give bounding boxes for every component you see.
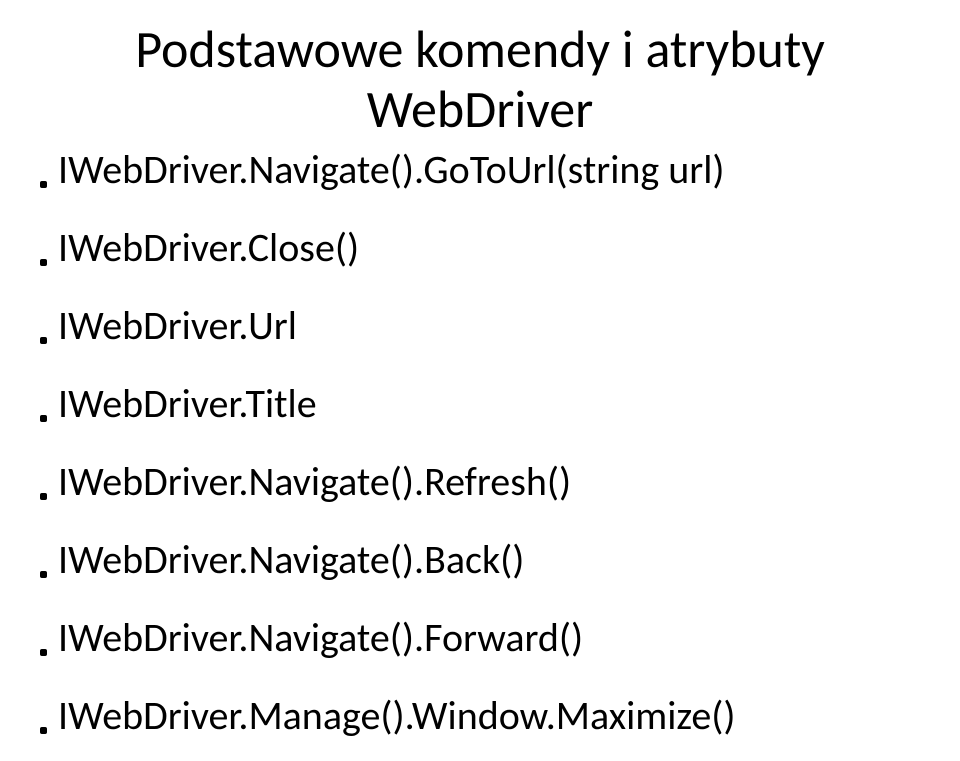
list-item: IWebDriver.Navigate().Refresh(): [40, 462, 920, 502]
slide: Podstawowe komendy i atrybuty WebDriver …: [0, 0, 960, 761]
list-item: IWebDriver.Manage().Window.Maximize(): [40, 696, 920, 736]
slide-title: Podstawowe komendy i atrybuty WebDriver: [40, 20, 920, 140]
list-item: IWebDriver.Navigate().GoToUrl(string url…: [40, 150, 920, 190]
title-line-1: Podstawowe komendy i atrybuty: [135, 17, 825, 81]
list-item: IWebDriver.Close(): [40, 228, 920, 268]
list-item: IWebDriver.Navigate().Forward(): [40, 618, 920, 658]
list-item: IWebDriver.Title: [40, 384, 920, 424]
bullet-list: IWebDriver.Navigate().GoToUrl(string url…: [40, 150, 920, 736]
title-line-2: WebDriver: [367, 77, 594, 141]
list-item: IWebDriver.Navigate().Back(): [40, 540, 920, 580]
list-item: IWebDriver.Url: [40, 306, 920, 346]
